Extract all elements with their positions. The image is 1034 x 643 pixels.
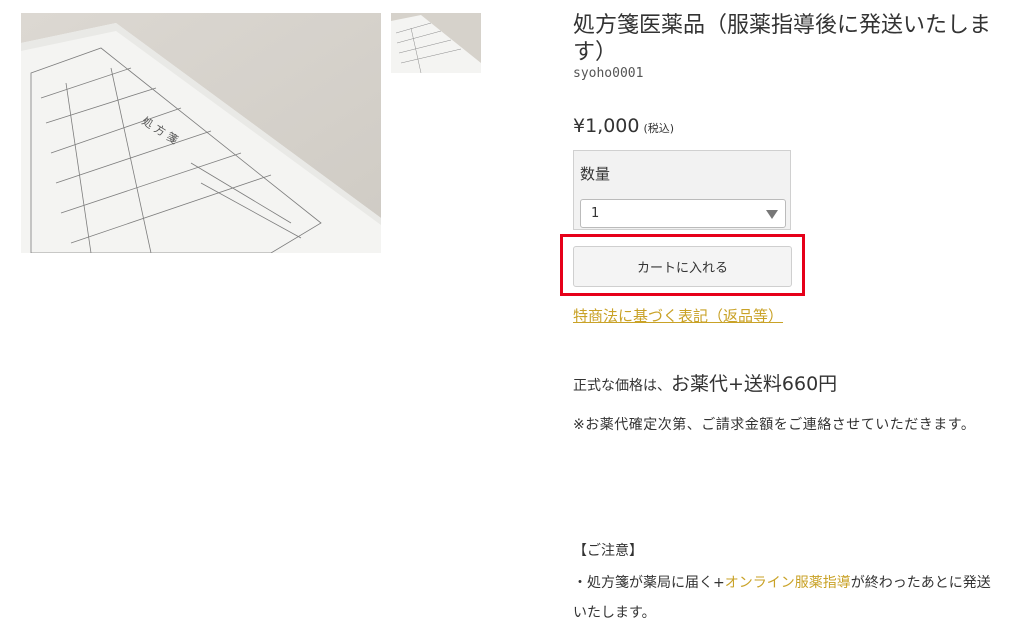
caution-text: ・処方箋が薬局に届く+オンライン服薬指導が終わったあとに発送いたします。 xyxy=(573,568,1003,628)
price-value: ¥1,000 xyxy=(573,115,640,137)
official-price-prefix: 正式な価格は、 xyxy=(573,378,671,394)
tax-note: (税込) xyxy=(643,122,675,135)
product-thumbnail[interactable] xyxy=(391,13,481,73)
chevron-down-icon xyxy=(766,210,778,219)
product-price: ¥1,000 (税込) xyxy=(573,115,674,137)
product-title: 処方箋医薬品（服薬指導後に発送いたします） xyxy=(573,13,992,65)
tokusho-link[interactable]: 特商法に基づく表記（返品等） xyxy=(573,305,783,326)
product-main-image: 処 方 箋 xyxy=(21,13,381,253)
quantity-select[interactable]: 1 xyxy=(580,199,786,228)
quantity-selected-value: 1 xyxy=(591,206,600,221)
online-guidance-link[interactable]: オンライン服薬指導 xyxy=(725,575,851,591)
product-sku: syoho0001 xyxy=(573,66,644,81)
add-to-cart-button[interactable]: カートに入れる xyxy=(573,246,792,287)
official-price-line: 正式な価格は、お薬代+送料660円 xyxy=(573,369,837,396)
thumbnail-photo xyxy=(391,13,481,73)
prescription-photo: 処 方 箋 xyxy=(21,13,381,253)
quantity-label: 数量 xyxy=(580,165,611,183)
caution-heading: 【ご注意】 xyxy=(573,543,643,559)
official-price-emphasis: お薬代+送料660円 xyxy=(671,373,838,395)
quantity-box: 数量 1 xyxy=(573,150,791,230)
billing-note: ※お薬代確定次第、ご請求金額をご連絡させていただきます。 xyxy=(573,417,976,433)
caution-text-before: ・処方箋が薬局に届く+ xyxy=(573,575,725,591)
